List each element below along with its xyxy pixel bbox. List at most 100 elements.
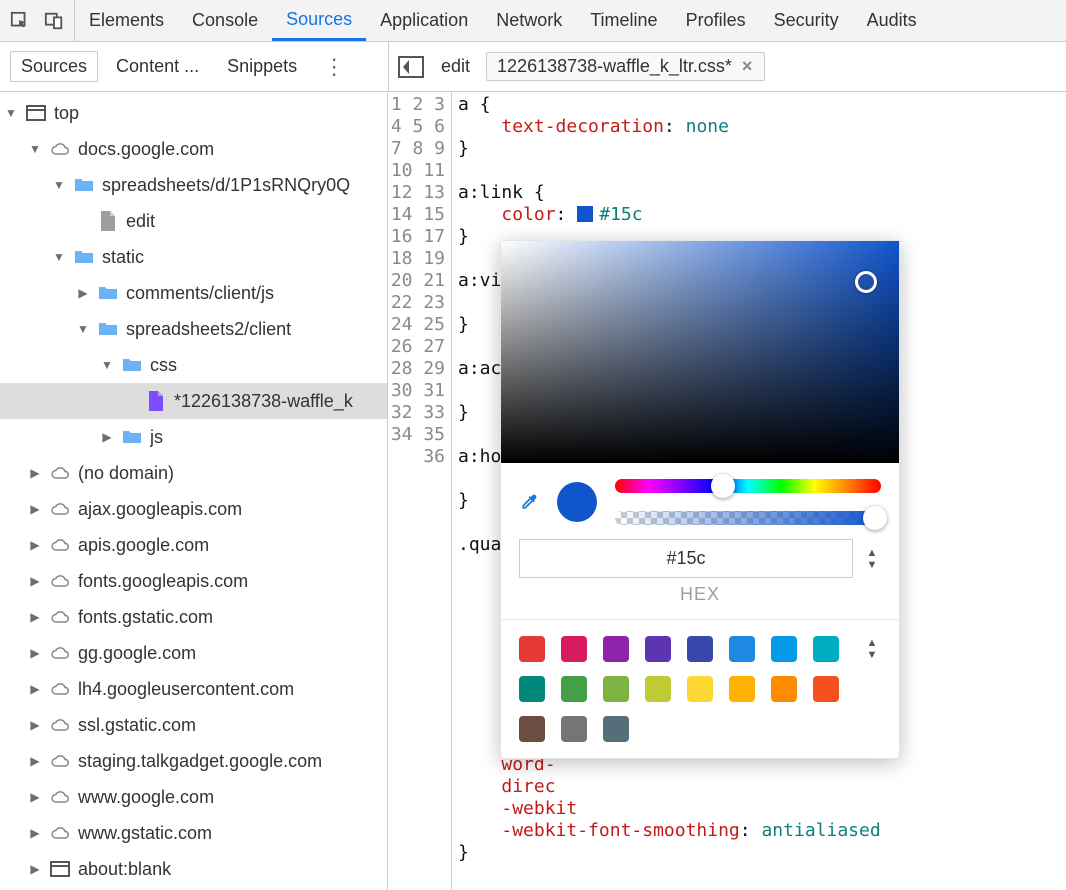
tree-row[interactable]: edit <box>0 203 387 239</box>
chevron-right-icon[interactable]: ▶ <box>28 862 42 876</box>
chevron-right-icon[interactable]: ▶ <box>28 502 42 516</box>
saturation-value-field[interactable] <box>501 241 899 463</box>
chevron-down-icon[interactable]: ▼ <box>52 250 66 264</box>
tree-row[interactable]: ▶staging.talkgadget.google.com <box>0 743 387 779</box>
chevron-right-icon[interactable]: ▶ <box>28 790 42 804</box>
tree-row-label: fonts.gstatic.com <box>78 607 213 628</box>
chevron-right-icon[interactable]: ▶ <box>28 538 42 552</box>
tree-row-label: (no domain) <box>78 463 174 484</box>
picker-divider <box>501 619 899 620</box>
chevron-down-icon[interactable]: ▼ <box>100 358 114 372</box>
device-mode-icon[interactable] <box>44 11 64 31</box>
palette-swatch[interactable] <box>645 676 671 702</box>
chevron-right-icon[interactable]: ▶ <box>28 610 42 624</box>
tree-row[interactable]: ▶gg.google.com <box>0 635 387 671</box>
chevron-right-icon[interactable]: ▶ <box>28 646 42 660</box>
palette-swatch[interactable] <box>729 636 755 662</box>
palette-swatch[interactable] <box>519 636 545 662</box>
palette-swatch[interactable] <box>729 676 755 702</box>
palette-swatch[interactable] <box>813 676 839 702</box>
devtools-tab-network[interactable]: Network <box>482 0 576 41</box>
chevron-down-icon[interactable]: ▼ <box>4 106 18 120</box>
chevron-down-icon[interactable]: ▼ <box>76 322 90 336</box>
palette-swatch[interactable] <box>603 676 629 702</box>
open-file-tab[interactable]: 1226138738-waffle_k_ltr.css* × <box>486 52 765 81</box>
file-tree-sidebar: ▼top▼docs.google.com▼spreadsheets/d/1P1s… <box>0 92 388 890</box>
format-toggle-spinner[interactable]: ▲▼ <box>863 547 881 571</box>
tree-row[interactable]: ▶comments/client/js <box>0 275 387 311</box>
palette-set-toggle[interactable]: ▲▼ <box>863 637 881 661</box>
chevron-right-icon[interactable]: ▶ <box>76 286 90 300</box>
hex-color-input[interactable]: #15c <box>519 539 853 578</box>
tree-row[interactable]: ▶ssl.gstatic.com <box>0 707 387 743</box>
tree-row[interactable]: ▼ css <box>0 347 387 383</box>
satval-cursor[interactable] <box>855 271 877 293</box>
palette-swatch[interactable] <box>603 636 629 662</box>
devtools-tab-timeline[interactable]: Timeline <box>576 0 671 41</box>
chevron-right-icon[interactable]: ▶ <box>28 574 42 588</box>
tree-row[interactable]: ▼docs.google.com <box>0 131 387 167</box>
palette-swatch[interactable] <box>603 716 629 742</box>
tree-row[interactable]: ▼spreadsheets/d/1P1sRNQry0Q <box>0 167 387 203</box>
tree-row[interactable]: *1226138738-waffle_k <box>0 383 387 419</box>
breadcrumb-edit[interactable]: edit <box>435 56 476 77</box>
devtools-tab-console[interactable]: Console <box>178 0 272 41</box>
sources-subtab-1[interactable]: Content ... <box>106 52 209 81</box>
palette-swatch[interactable] <box>771 676 797 702</box>
hue-slider[interactable] <box>615 479 881 493</box>
tree-row[interactable]: ▶ (no domain) <box>0 455 387 491</box>
tree-row[interactable]: ▶ajax.googleapis.com <box>0 491 387 527</box>
chevron-right-icon[interactable]: ▶ <box>28 682 42 696</box>
palette-swatch[interactable] <box>687 636 713 662</box>
devtools-tab-elements[interactable]: Elements <box>75 0 178 41</box>
navigator-toggle-icon[interactable] <box>397 53 425 81</box>
sources-subtab-0[interactable]: Sources <box>10 51 98 82</box>
alpha-slider[interactable] <box>615 511 881 525</box>
tree-row[interactable]: ▶www.google.com <box>0 779 387 815</box>
chevron-down-icon[interactable]: ▼ <box>52 178 66 192</box>
more-options-icon[interactable]: ⋮ <box>315 54 353 80</box>
alpha-slider-thumb[interactable] <box>863 506 887 530</box>
devtools-tab-profiles[interactable]: Profiles <box>672 0 760 41</box>
tree-row[interactable]: ▶ about:blank <box>0 851 387 887</box>
palette-row: ▲▼ <box>519 636 881 662</box>
tree-row[interactable]: ▼top <box>0 95 387 131</box>
devtools-tab-security[interactable]: Security <box>760 0 853 41</box>
palette-swatch[interactable] <box>813 636 839 662</box>
tree-row[interactable]: ▶js <box>0 419 387 455</box>
tree-row[interactable]: ▶fonts.googleapis.com <box>0 563 387 599</box>
palette-swatch[interactable] <box>519 676 545 702</box>
hue-slider-thumb[interactable] <box>711 474 735 498</box>
sources-subtab-2[interactable]: Snippets <box>217 52 307 81</box>
eyedropper-icon[interactable] <box>519 492 539 512</box>
palette-swatch[interactable] <box>519 716 545 742</box>
palette-swatch[interactable] <box>687 676 713 702</box>
tree-row[interactable]: ▶www.gstatic.com <box>0 815 387 851</box>
close-tab-icon[interactable]: × <box>740 56 755 77</box>
chevron-right-icon[interactable]: ▶ <box>28 466 42 480</box>
tree-row-label: about:blank <box>78 859 171 880</box>
devtools-tab-application[interactable]: Application <box>366 0 482 41</box>
devtools-tab-audits[interactable]: Audits <box>853 0 931 41</box>
devtools-tab-sources[interactable]: Sources <box>272 0 366 41</box>
palette-swatch[interactable] <box>561 676 587 702</box>
tree-row[interactable]: ▶ lh4.googleusercontent.com <box>0 671 387 707</box>
tree-row-label: lh4.googleusercontent.com <box>78 679 294 700</box>
folder-icon <box>122 355 142 375</box>
palette-swatch[interactable] <box>561 716 587 742</box>
chevron-right-icon[interactable]: ▶ <box>28 718 42 732</box>
chevron-right-icon[interactable]: ▶ <box>28 754 42 768</box>
palette-swatch[interactable] <box>561 636 587 662</box>
tree-row[interactable]: ▶apis.google.com <box>0 527 387 563</box>
tree-row[interactable]: ▼spreadsheets2/client <box>0 311 387 347</box>
palette-swatch[interactable] <box>771 636 797 662</box>
tree-row[interactable]: ▼static <box>0 239 387 275</box>
palette-swatch[interactable] <box>645 636 671 662</box>
inspect-element-icon[interactable] <box>10 11 30 31</box>
inline-color-swatch[interactable] <box>577 206 593 222</box>
chevron-right-icon[interactable]: ▶ <box>28 826 42 840</box>
chevron-right-icon[interactable]: ▶ <box>100 430 114 444</box>
chevron-down-icon[interactable]: ▼ <box>28 142 42 156</box>
tree-row-label: css <box>150 355 177 376</box>
tree-row[interactable]: ▶ fonts.gstatic.com <box>0 599 387 635</box>
